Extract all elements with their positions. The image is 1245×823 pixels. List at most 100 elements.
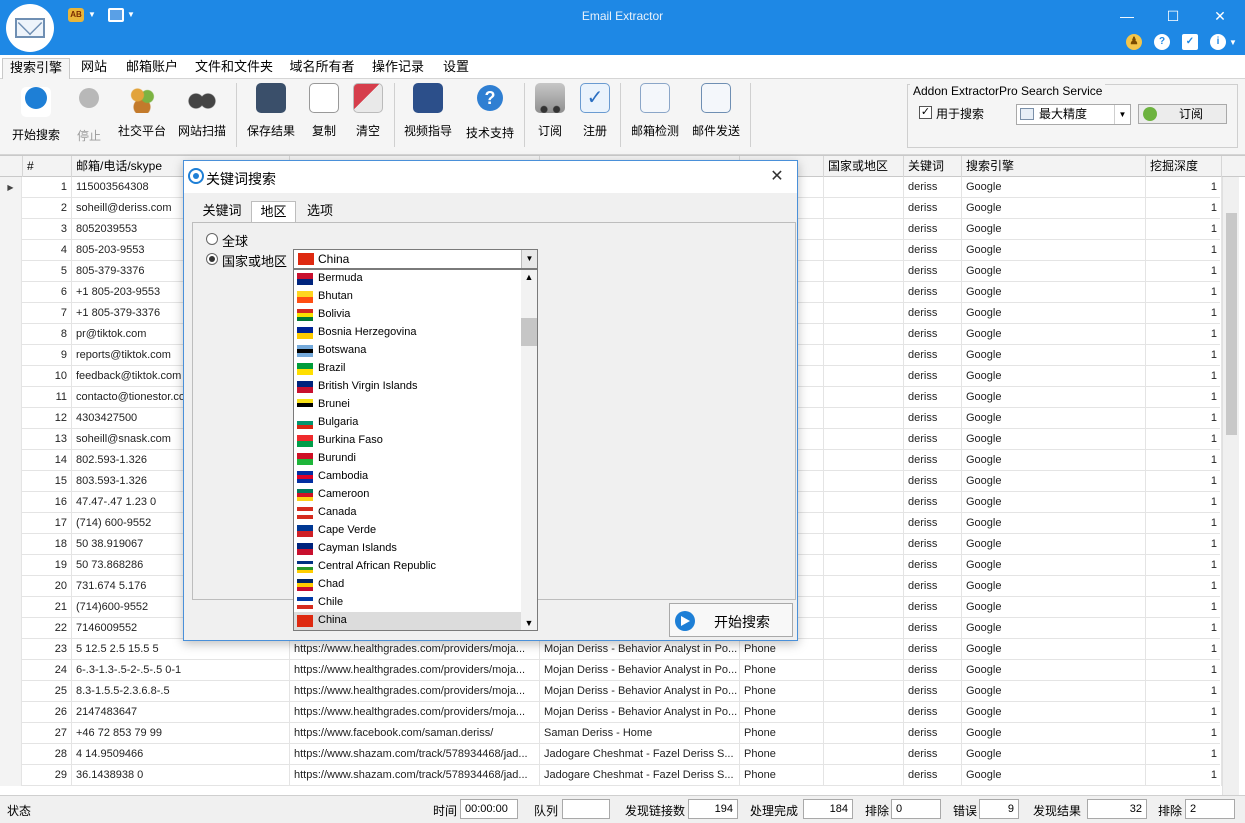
- row-indicator[interactable]: [0, 639, 22, 660]
- cell-depth[interactable]: 1: [1146, 681, 1222, 702]
- chevron-down-icon[interactable]: ▼: [1229, 38, 1237, 47]
- cell-keyword[interactable]: deriss: [904, 492, 962, 513]
- cell-url[interactable]: https://www.healthgrades.com/providers/m…: [290, 639, 540, 660]
- table-row[interactable]: 24 6-.3-1.3-.5-2-.5-.5 0-1 https://www.hea…: [0, 660, 1222, 681]
- cell-country[interactable]: [824, 450, 904, 471]
- cell-depth[interactable]: 1: [1146, 723, 1222, 744]
- cell-keyword[interactable]: deriss: [904, 261, 962, 282]
- cell-depth[interactable]: 1: [1146, 429, 1222, 450]
- tab-operation-log[interactable]: 操作记录: [366, 58, 430, 79]
- tab-email-accounts[interactable]: 邮箱账户: [120, 58, 184, 79]
- country-option[interactable]: Cameroon: [294, 486, 521, 504]
- cell-contact[interactable]: +46 72 853 79 99: [72, 723, 290, 744]
- cell-country[interactable]: [824, 576, 904, 597]
- cell-title[interactable]: Mojan Deriss - Behavior Analyst in Po...: [540, 639, 740, 660]
- cell-depth[interactable]: 1: [1146, 198, 1222, 219]
- row-indicator[interactable]: [0, 702, 22, 723]
- register-button[interactable]: ✓ 注册: [576, 83, 614, 143]
- cell-index[interactable]: 3: [23, 219, 72, 240]
- cell-depth[interactable]: 1: [1146, 765, 1222, 786]
- row-indicator[interactable]: [0, 219, 22, 240]
- cell-title[interactable]: Mojan Deriss - Behavior Analyst in Po...: [540, 681, 740, 702]
- cell-country[interactable]: [824, 681, 904, 702]
- cell-keyword[interactable]: deriss: [904, 723, 962, 744]
- cell-depth[interactable]: 1: [1146, 534, 1222, 555]
- cell-type[interactable]: Phone: [740, 660, 824, 681]
- dialog-tab-region[interactable]: 地区: [251, 201, 296, 223]
- cell-depth[interactable]: 1: [1146, 576, 1222, 597]
- header-country[interactable]: 国家或地区: [824, 156, 904, 177]
- cell-url[interactable]: https://www.facebook.com/saman.deriss/: [290, 723, 540, 744]
- tab-files-folders[interactable]: 文件和文件夹: [190, 58, 278, 79]
- radio-global[interactable]: [206, 233, 218, 245]
- cell-depth[interactable]: 1: [1146, 660, 1222, 681]
- cell-keyword[interactable]: deriss: [904, 618, 962, 639]
- cell-index[interactable]: 13: [23, 429, 72, 450]
- cell-type[interactable]: Phone: [740, 723, 824, 744]
- cell-index[interactable]: 21: [23, 597, 72, 618]
- cell-index[interactable]: 1: [23, 177, 72, 198]
- cell-depth[interactable]: 1: [1146, 744, 1222, 765]
- cell-contact[interactable]: 36.1438938 0: [72, 765, 290, 786]
- minimize-button[interactable]: —: [1115, 4, 1139, 28]
- cell-index[interactable]: 20: [23, 576, 72, 597]
- country-option[interactable]: Brunei: [294, 396, 521, 414]
- cell-url[interactable]: https://www.healthgrades.com/providers/m…: [290, 681, 540, 702]
- cell-engine[interactable]: Google: [962, 198, 1146, 219]
- close-button[interactable]: ✕: [1208, 4, 1232, 28]
- cell-country[interactable]: [824, 366, 904, 387]
- cell-keyword[interactable]: deriss: [904, 387, 962, 408]
- cell-engine[interactable]: Google: [962, 303, 1146, 324]
- cell-country[interactable]: [824, 177, 904, 198]
- cell-country[interactable]: [824, 492, 904, 513]
- table-row[interactable]: 28 4 14.9509466 https://www.shazam.com/tra…: [0, 744, 1222, 765]
- user-icon[interactable]: ♟: [1126, 34, 1142, 50]
- header-depth[interactable]: 挖掘深度: [1146, 156, 1222, 177]
- cell-engine[interactable]: Google: [962, 513, 1146, 534]
- cell-engine[interactable]: Google: [962, 324, 1146, 345]
- cell-index[interactable]: 6: [23, 282, 72, 303]
- cell-title[interactable]: Mojan Deriss - Behavior Analyst in Po...: [540, 660, 740, 681]
- cell-keyword[interactable]: deriss: [904, 471, 962, 492]
- country-option[interactable]: Cambodia: [294, 468, 521, 486]
- grid-scrollbar[interactable]: [1222, 177, 1239, 796]
- header-index[interactable]: #: [23, 156, 72, 177]
- cell-keyword[interactable]: deriss: [904, 303, 962, 324]
- table-row[interactable]: 29 36.1438938 0 https://www.shazam.com/tra…: [0, 765, 1222, 786]
- cell-engine[interactable]: Google: [962, 744, 1146, 765]
- country-option[interactable]: Chad: [294, 576, 521, 594]
- country-option[interactable]: Bermuda: [294, 270, 521, 288]
- cell-contact[interactable]: 4 14.9509466: [72, 744, 290, 765]
- cell-type[interactable]: Phone: [740, 744, 824, 765]
- cell-keyword[interactable]: deriss: [904, 513, 962, 534]
- cell-country[interactable]: [824, 702, 904, 723]
- row-indicator[interactable]: [0, 723, 22, 744]
- cell-index[interactable]: 4: [23, 240, 72, 261]
- cell-depth[interactable]: 1: [1146, 555, 1222, 576]
- cell-keyword[interactable]: deriss: [904, 324, 962, 345]
- tab-domain-owner[interactable]: 域名所有者: [284, 58, 360, 79]
- cell-title[interactable]: Jadogare Cheshmat - Fazel Deriss S...: [540, 765, 740, 786]
- cell-keyword[interactable]: deriss: [904, 366, 962, 387]
- cell-depth[interactable]: 1: [1146, 492, 1222, 513]
- header-keyword[interactable]: 关键词: [904, 156, 962, 177]
- cell-keyword[interactable]: deriss: [904, 219, 962, 240]
- cell-keyword[interactable]: deriss: [904, 660, 962, 681]
- cell-engine[interactable]: Google: [962, 261, 1146, 282]
- cell-depth[interactable]: 1: [1146, 639, 1222, 660]
- clear-button[interactable]: 清空: [350, 83, 386, 143]
- row-indicator[interactable]: [0, 366, 22, 387]
- website-scan-button[interactable]: 网站扫描: [174, 83, 230, 143]
- cell-depth[interactable]: 1: [1146, 177, 1222, 198]
- cell-contact[interactable]: 8.3-1.5.5-2.3.6.8-.5: [72, 681, 290, 702]
- row-indicator[interactable]: [0, 450, 22, 471]
- cell-index[interactable]: 16: [23, 492, 72, 513]
- row-indicator[interactable]: [0, 303, 22, 324]
- cell-depth[interactable]: 1: [1146, 282, 1222, 303]
- cell-keyword[interactable]: deriss: [904, 240, 962, 261]
- table-row[interactable]: 25 8.3-1.5.5-2.3.6.8-.5 https://www.health…: [0, 681, 1222, 702]
- country-option[interactable]: Burundi: [294, 450, 521, 468]
- current-row-indicator[interactable]: ▶: [0, 177, 22, 198]
- cell-engine[interactable]: Google: [962, 555, 1146, 576]
- cell-country[interactable]: [824, 639, 904, 660]
